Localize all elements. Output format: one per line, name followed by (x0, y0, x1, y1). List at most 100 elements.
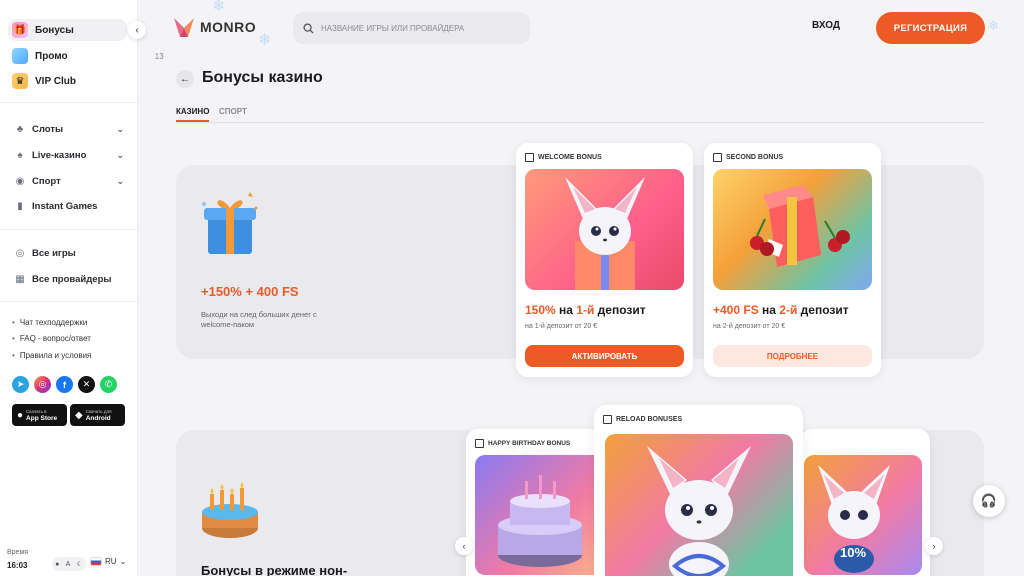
activate-button[interactable]: АКТИВИРОВАТЬ (525, 345, 684, 367)
card-condition: на 2-й депозит от 20 € (713, 323, 786, 330)
sidebar-item-slots[interactable]: ♣ Слоты ⌄ (14, 123, 124, 135)
sidebar-item-label: Промо (35, 50, 68, 62)
telegram-icon[interactable]: ➤ (12, 376, 29, 393)
instagram-icon[interactable]: ◎ (34, 376, 51, 393)
sidebar-item-all-providers[interactable]: ▦ Все провайдеры (14, 273, 124, 285)
tab-casino[interactable]: КАЗИНО (176, 107, 210, 122)
card-label: SECOND BONUS (713, 153, 783, 162)
sidebar-item-live-casino[interactable]: ♠ Live-казино ⌄ (14, 149, 124, 161)
promo-bonus-image: 10% (804, 455, 922, 575)
sidebar-item-all-games[interactable]: ◎ Все игры (14, 247, 124, 259)
sidebar-item-instant-games[interactable]: ▮ Instant Games (14, 200, 124, 212)
search-input[interactable] (321, 23, 521, 33)
sport-icon: ◉ (15, 175, 25, 187)
chevron-down-icon: ⌄ (116, 175, 124, 186)
headline-deposit-number: 2-й (779, 303, 798, 317)
reload-bonus-card[interactable]: RELOAD BONUSES (594, 405, 803, 576)
carousel-next-button[interactable]: › (925, 537, 943, 555)
sidebar-item-label: Live-казино (32, 149, 87, 161)
snowflake-icon: ❄ (988, 18, 999, 33)
facebook-icon[interactable]: f (56, 376, 73, 393)
time-label: Время (7, 549, 29, 556)
headline-spins: +400 FS (713, 303, 759, 317)
android-icon: ◆ (75, 409, 83, 421)
headline-end: депозит (797, 303, 849, 317)
card-label-text: HAPPY BIRTHDAY BONUS (488, 440, 571, 447)
card-label: RELOAD BONUSES (603, 415, 682, 424)
page-title: Бонусы казино (202, 69, 323, 86)
collapse-sidebar-button[interactable]: ‹ (128, 21, 146, 39)
search-bar[interactable] (293, 12, 530, 44)
birthday-bonus-card[interactable]: HAPPY BIRTHDAY BONUS (466, 429, 606, 576)
sidebar-item-label: Слоты (32, 123, 64, 135)
terms-link[interactable]: Правила и условия (12, 351, 92, 360)
sidebar-item-label: Instant Games (32, 200, 98, 212)
app-store-button[interactable]: ● Скачать в App Store (12, 404, 67, 426)
flag-ru-icon (90, 557, 102, 566)
live-casino-icon: ♠ (17, 149, 23, 161)
promo-bonus-card[interactable]: 10% (800, 429, 930, 576)
promo-icon (12, 48, 28, 64)
store-caption: Скачать в (26, 409, 47, 414)
sidebar-item-label: VIP Club (35, 75, 76, 87)
games-icon: ◎ (15, 247, 25, 259)
logo[interactable]: MONRO (172, 15, 256, 39)
snowflake-icon: ❄ (258, 32, 272, 49)
sidebar-item-label: Все провайдеры (32, 273, 112, 285)
snowflake-icon: ❄ (212, 0, 226, 15)
cake-illustration (202, 482, 258, 538)
slots-icon: ♣ (16, 123, 24, 135)
theme-switcher[interactable]: ● A ☾ (52, 557, 86, 571)
x-icon[interactable]: ✕ (78, 376, 95, 393)
chevron-down-icon: ⌄ (116, 123, 124, 134)
nonstop-title: Бонусы в режиме нон- (201, 563, 348, 576)
sidebar-item-bonuses[interactable]: 🎁 Бонусы (8, 19, 127, 41)
sun-icon[interactable]: ● (55, 561, 59, 568)
headline-percent: 150% (525, 303, 556, 317)
tab-sport[interactable]: СПОРТ (219, 107, 247, 116)
card-headline: 150% на 1-й депозит (525, 303, 646, 317)
headline-mid: на (758, 303, 780, 317)
brand-name: MONRO (200, 19, 257, 35)
moon-icon[interactable]: ☾ (77, 560, 83, 568)
percent-badge: 10% (840, 545, 867, 560)
details-button[interactable]: ПОДРОБНЕЕ (713, 345, 872, 367)
clock: 16:03 (7, 561, 28, 570)
welcome-bonus-card: WELCOME BONUS 150% на 1-й депозит на 1-й… (516, 143, 693, 377)
divider (0, 229, 137, 230)
support-chat-link[interactable]: Чат техподдержки (12, 318, 88, 327)
sidebar-item-vip[interactable]: ♛ VIP Club (12, 70, 76, 92)
gift-icon: 🎁 (12, 22, 28, 38)
theme-auto[interactable]: A (66, 561, 71, 568)
sidebar-item-label: Все игры (32, 247, 76, 259)
store-name: App Store (26, 415, 58, 422)
card-label: WELCOME BONUS (525, 153, 602, 162)
card-condition: на 1-й депозит от 20 € (525, 323, 598, 330)
social-links: ➤ ◎ f ✕ ✆ (12, 376, 117, 393)
grid-icon: ▦ (15, 273, 25, 285)
carousel-prev-button[interactable]: ‹ (455, 537, 473, 555)
sidebar-item-promo[interactable]: Промо 13 (12, 45, 164, 67)
language-select[interactable]: RU ⌄ (90, 557, 126, 566)
headline-end: депозит (594, 303, 646, 317)
android-button[interactable]: ◆ Скачать для Android (70, 404, 125, 426)
faq-link[interactable]: FAQ - вопрос/ответ (12, 334, 91, 343)
chart-icon: ▮ (17, 200, 23, 212)
gift-box-illustration (202, 192, 258, 254)
gift-icon (525, 153, 534, 162)
sidebar-item-label: Спорт (32, 175, 61, 187)
register-button[interactable]: РЕГИСТРАЦИЯ (876, 12, 985, 44)
welcome-description: Выходи на след больших денег с welcome-п… (201, 310, 317, 329)
login-button[interactable]: ВХОД (812, 20, 840, 31)
reload-bonus-image (605, 434, 793, 576)
sidebar: 🎁 Бонусы Промо 13 ♛ VIP Club ♣ Слоты ⌄ ♠… (0, 0, 164, 576)
whatsapp-icon[interactable]: ✆ (100, 376, 117, 393)
support-chat-button[interactable]: 🎧 (973, 485, 1005, 517)
gift-icon (475, 439, 484, 448)
crown-icon: ♛ (12, 73, 28, 89)
language-code: RU (105, 557, 117, 566)
sidebar-item-sport[interactable]: ◉ Спорт ⌄ (14, 175, 124, 187)
welcome-bonus-image (525, 169, 684, 290)
back-button[interactable]: ← (176, 70, 194, 88)
headline-deposit-number: 1-й (576, 303, 595, 317)
